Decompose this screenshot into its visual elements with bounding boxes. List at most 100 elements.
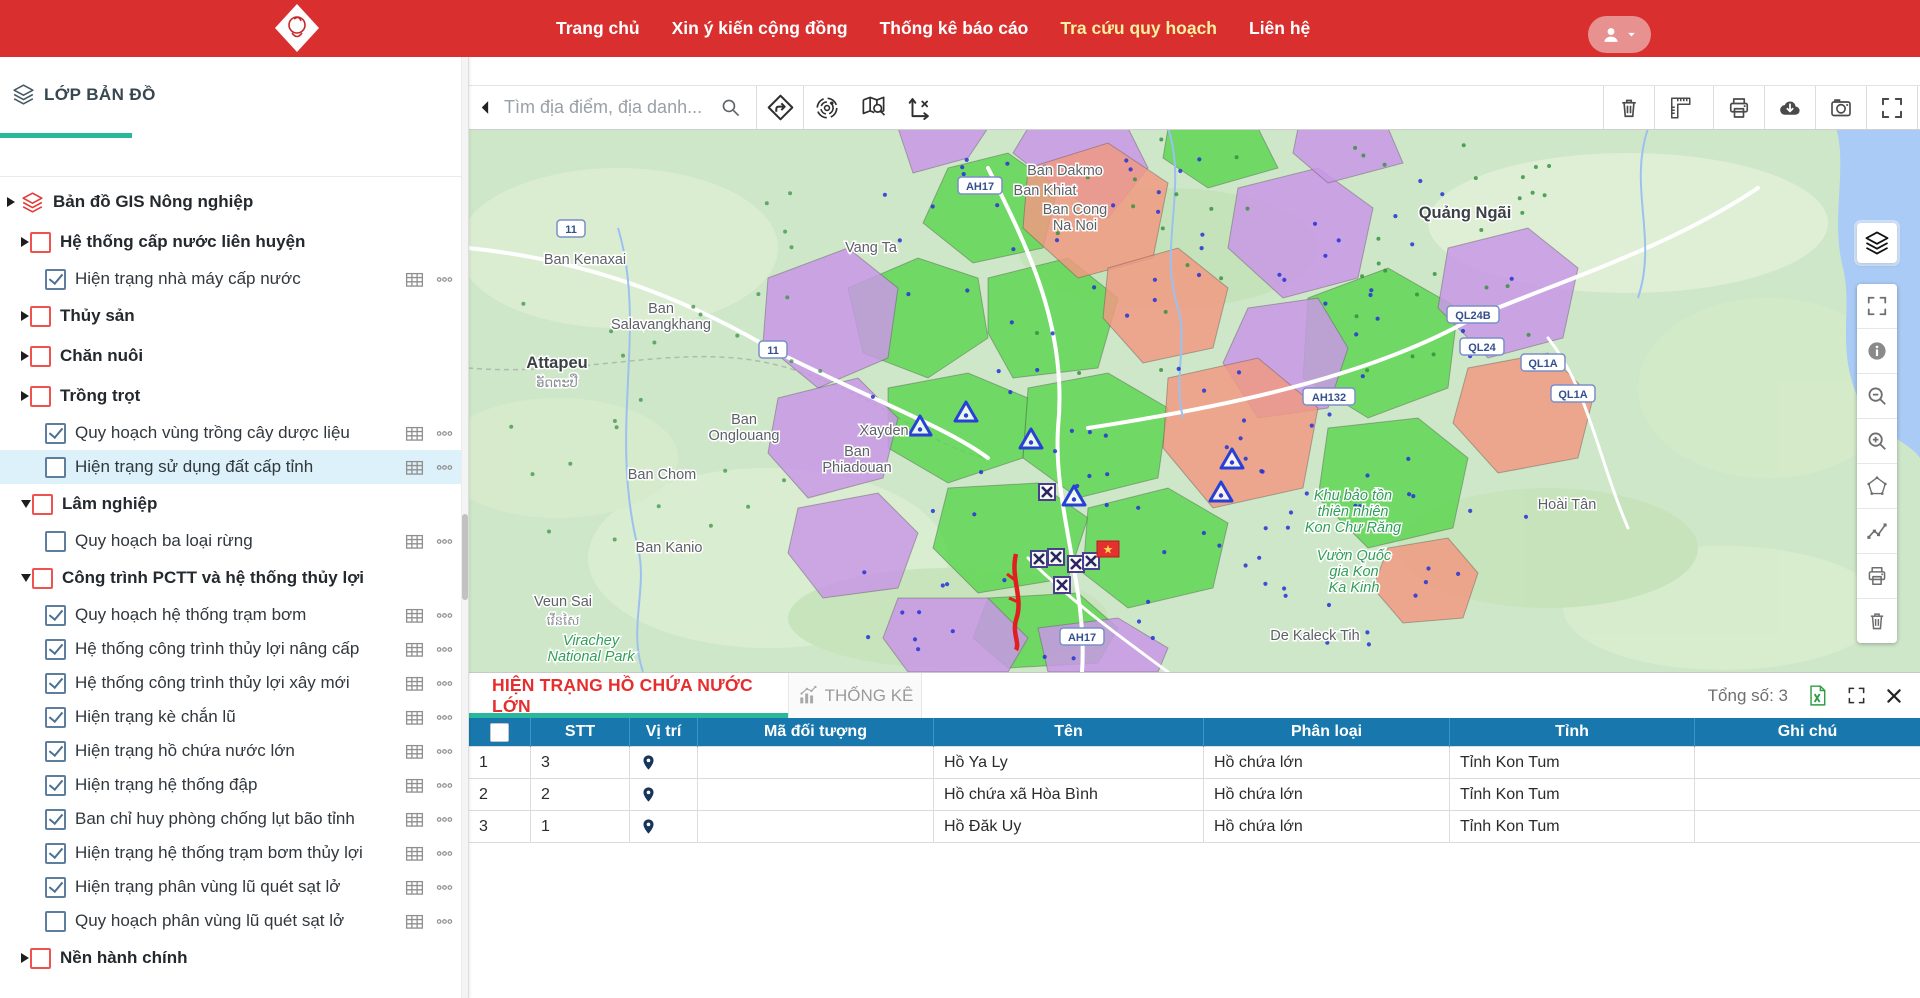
layer-item-quy-hoạch-vùng-trồng-cây-dược-liệu[interactable]: Quy hoạch vùng trồng cây dược liệu	[0, 416, 462, 450]
layer-item-ban-chỉ-huy-phòng-chống-lụt-bão-tỉnh[interactable]: Ban chỉ huy phòng chống lụt bão tỉnh	[0, 802, 462, 836]
tree-caret-icon[interactable]	[21, 500, 31, 508]
layer-group-thủy-sản[interactable]: Thủy sản	[0, 296, 462, 336]
table-icon[interactable]	[404, 809, 425, 830]
layer-checkbox[interactable]	[45, 911, 66, 932]
layer-checkbox[interactable]	[45, 673, 66, 694]
search-input[interactable]	[502, 96, 718, 119]
table-icon[interactable]	[404, 605, 425, 626]
nav-item-tra-cứu-quy-hoạch[interactable]: Tra cứu quy hoạch	[1060, 18, 1217, 39]
tab-hien-trang-ho-chua[interactable]: HIỆN TRẠNG HỒ CHỨA NƯỚC LỚN	[468, 673, 788, 718]
map-control-delete[interactable]	[1857, 599, 1897, 643]
tree-caret-icon[interactable]	[21, 574, 31, 582]
map-print-button[interactable]	[1713, 86, 1764, 129]
more-dots-icon[interactable]	[435, 458, 454, 477]
xbox-marker-icon[interactable]	[1068, 556, 1084, 572]
layer-group-trồng-trọt[interactable]: Trồng trọt	[0, 376, 462, 416]
table-icon[interactable]	[404, 639, 425, 660]
more-dots-icon[interactable]	[435, 270, 454, 289]
layer-item-hiện-trạng-phân-vùng-lũ-quét-sạt-lở[interactable]: Hiện trạng phân vùng lũ quét sạt lở	[0, 870, 462, 904]
map-control-fullscreen[interactable]	[1857, 284, 1897, 329]
layer-item-hiện-trạng-hệ-thống-trạm-bơm-thủy-lợi[interactable]: Hiện trạng hệ thống trạm bơm thủy lợi	[0, 836, 462, 870]
basemap-layers-button[interactable]	[1857, 223, 1897, 263]
pin-cell[interactable]	[630, 747, 698, 779]
layer-item-hệ-thống-công-trình-thủy-lợi-xây-mới[interactable]: Hệ thống công trình thủy lợi xây mới	[0, 666, 462, 700]
table-icon[interactable]	[404, 673, 425, 694]
close-panel-button[interactable]	[1884, 686, 1904, 706]
nav-item-trang-chủ[interactable]: Trang chủ	[556, 18, 640, 39]
map-download-button[interactable]	[1764, 86, 1815, 129]
site-logo[interactable]	[272, 3, 322, 53]
more-dots-icon[interactable]	[435, 912, 454, 931]
layer-item-hệ-thống-công-trình-thủy-lợi-nâng-cấp[interactable]: Hệ thống công trình thủy lợi nâng cấp	[0, 632, 462, 666]
pin-icon[interactable]	[640, 818, 657, 835]
layer-checkbox[interactable]	[45, 775, 66, 796]
layer-item-quy-hoạch-phân-vùng-lũ-quét-sạt-lở[interactable]: Quy hoạch phân vùng lũ quét sạt lở	[0, 904, 462, 938]
layer-item-hiện-trạng-hệ-thống-đập[interactable]: Hiện trạng hệ thống đập	[0, 768, 462, 802]
layer-group-hệ-thống-cấp-nước-liên-huyện[interactable]: Hệ thống cấp nước liên huyện	[0, 222, 462, 262]
layer-checkbox[interactable]	[32, 568, 53, 589]
layer-group-bản-đồ-gis-nông-nghiệp[interactable]: Bản đồ GIS Nông nghiệp	[0, 182, 462, 222]
nav-item-liên-hệ[interactable]: Liên hệ	[1249, 18, 1310, 39]
map-measure-button[interactable]	[1654, 86, 1705, 129]
coordinates-button[interactable]	[896, 95, 942, 121]
map-control-polyline[interactable]	[1857, 509, 1897, 554]
sidebar-scrollbar[interactable]	[461, 57, 468, 998]
layer-checkbox[interactable]	[30, 232, 51, 253]
collapse-sidebar-button[interactable]	[468, 99, 502, 116]
layer-checkbox[interactable]	[45, 605, 66, 626]
layer-checkbox[interactable]	[30, 346, 51, 367]
xbox-marker-icon[interactable]	[1054, 577, 1070, 593]
map-delete-button[interactable]	[1603, 86, 1654, 129]
user-menu-button[interactable]	[1588, 16, 1651, 53]
select-all-checkbox[interactable]	[490, 723, 509, 742]
layer-group-chăn-nuôi[interactable]: Chăn nuôi	[0, 336, 462, 376]
more-dots-icon[interactable]	[435, 776, 454, 795]
layer-checkbox[interactable]	[45, 639, 66, 660]
map-canvas[interactable]: ★ AH1711QL24BQL24QL1AQL1A11AH132AH17 Ban…	[468, 128, 1920, 672]
scrollbar-thumb[interactable]	[462, 514, 468, 600]
more-dots-icon[interactable]	[435, 844, 454, 863]
map-control-zoom-out[interactable]	[1857, 374, 1897, 419]
tree-caret-icon[interactable]	[21, 237, 29, 247]
more-dots-icon[interactable]	[435, 532, 454, 551]
layer-checkbox[interactable]	[32, 494, 53, 515]
expand-panel-button[interactable]	[1847, 686, 1866, 705]
layer-item-hiện-trạng-nhà-máy-cấp-nước[interactable]: Hiện trạng nhà máy cấp nước	[0, 262, 462, 296]
flag-marker-icon[interactable]: ★	[1097, 541, 1119, 557]
tree-caret-icon[interactable]	[21, 391, 29, 401]
table-icon[interactable]	[404, 843, 425, 864]
more-dots-icon[interactable]	[435, 674, 454, 693]
layer-group-công-trình-pctt-và-hệ-thống-thủy-lợi[interactable]: Công trình PCTT và hệ thống thủy lợi	[0, 558, 462, 598]
layer-checkbox[interactable]	[45, 423, 66, 444]
select-all-header[interactable]	[469, 718, 531, 747]
xbox-marker-icon[interactable]	[1031, 551, 1047, 567]
map-control-polygon[interactable]	[1857, 464, 1897, 509]
tree-caret-icon[interactable]	[21, 953, 29, 963]
table-icon[interactable]	[404, 741, 425, 762]
pin-icon[interactable]	[640, 786, 657, 803]
xbox-marker-icon[interactable]	[1048, 549, 1064, 565]
table-row[interactable]: 13Hồ Ya LyHồ chứa lớnTỉnh Kon Tum	[469, 747, 1920, 779]
more-dots-icon[interactable]	[435, 810, 454, 829]
more-dots-icon[interactable]	[435, 708, 454, 727]
layer-checkbox[interactable]	[45, 741, 66, 762]
nav-item-thống-kê-báo-cáo[interactable]: Thống kê báo cáo	[880, 18, 1029, 39]
more-dots-icon[interactable]	[435, 424, 454, 443]
layer-item-hiện-trạng-kè-chắn-lũ[interactable]: Hiện trạng kè chắn lũ	[0, 700, 462, 734]
table-row[interactable]: 22Hồ chứa xã Hòa BìnhHồ chứa lớnTỉnh Kon…	[469, 779, 1920, 811]
tab-thong-ke[interactable]: THỐNG KÊ	[788, 673, 922, 718]
locate-button[interactable]	[804, 95, 850, 121]
tree-caret-icon[interactable]	[21, 311, 29, 321]
layer-checkbox[interactable]	[45, 269, 66, 290]
layer-checkbox[interactable]	[30, 306, 51, 327]
more-dots-icon[interactable]	[435, 606, 454, 625]
layer-checkbox[interactable]	[45, 809, 66, 830]
layer-checkbox[interactable]	[45, 531, 66, 552]
layer-item-quy-hoạch-hệ-thống-trạm-bơm[interactable]: Quy hoạch hệ thống trạm bơm	[0, 598, 462, 632]
more-dots-icon[interactable]	[435, 878, 454, 897]
map-control-zoom-in[interactable]	[1857, 419, 1897, 464]
layer-checkbox[interactable]	[45, 457, 66, 478]
xbox-marker-icon[interactable]	[1039, 484, 1055, 500]
table-icon[interactable]	[404, 457, 425, 478]
more-dots-icon[interactable]	[435, 742, 454, 761]
